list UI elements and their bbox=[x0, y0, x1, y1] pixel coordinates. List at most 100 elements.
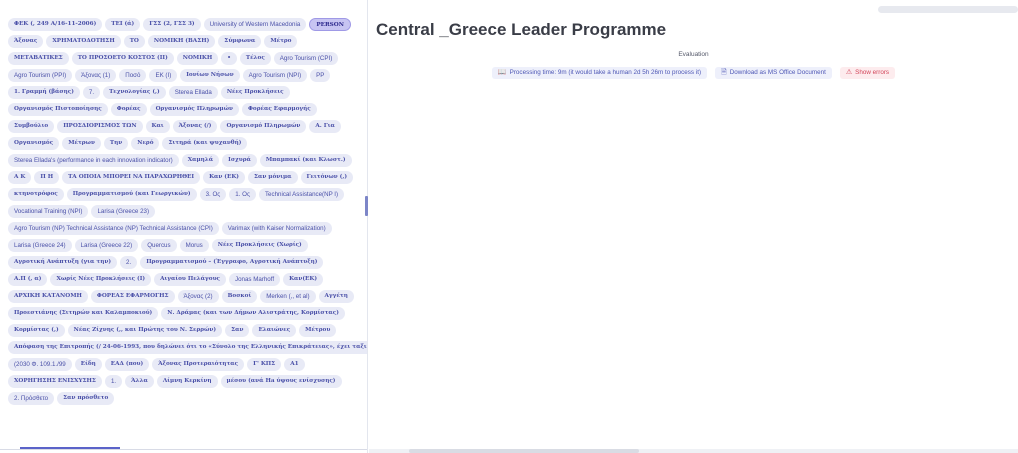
entity-tag[interactable]: Άξονας bbox=[8, 35, 44, 48]
entity-tag[interactable]: Σαν πρόσθετο bbox=[57, 392, 115, 405]
entity-tag[interactable]: Άξονας (1) bbox=[75, 69, 117, 82]
entity-tag[interactable]: Α. Για bbox=[309, 120, 341, 133]
entity-tag[interactable]: κτηνοτρόφος bbox=[8, 188, 64, 201]
entity-tag[interactable]: University of Western Macedonia bbox=[203, 18, 307, 31]
entity-tag[interactable]: Είδη bbox=[74, 358, 102, 371]
entity-tag[interactable]: Agro Tourism (NPI) bbox=[242, 69, 308, 82]
entity-tag[interactable]: Προγραμματισμού – (Έγγραφο, Αγροτική Ανά… bbox=[140, 256, 324, 269]
entity-tag[interactable]: Χαμηλά bbox=[181, 154, 220, 167]
entity-tag[interactable]: Agro Tourism (PPI) bbox=[8, 69, 73, 82]
entity-tag[interactable]: Άξονας Προτεραιότητας bbox=[152, 358, 245, 371]
entity-tag[interactable]: Προεστιάνης (Σιτηρών και Καλαμποκιού) bbox=[8, 307, 159, 320]
entity-tag[interactable]: Τεχνολογίας (,) bbox=[103, 86, 166, 99]
entity-tag[interactable]: ΕΚ (Ι) bbox=[149, 69, 178, 82]
entity-tag[interactable]: ΦΕΚ (, 249 Α/16-11-2006) bbox=[8, 18, 103, 31]
entity-tag[interactable]: Vocational Training (NPI) bbox=[8, 205, 89, 218]
entity-tag[interactable]: Ιονίων Νήσων bbox=[180, 69, 240, 82]
entity-tag[interactable]: Άξονας (2) bbox=[177, 290, 219, 303]
entity-tag[interactable]: 1. Γραμμή (βάσης) bbox=[8, 86, 80, 99]
entity-tag[interactable]: Larisa (Greece 24) bbox=[8, 239, 72, 252]
entity-tag[interactable]: ΤΟ ΠΡΟΣΟΕΤΟ ΚΟΣΤΟΣ (ΙΙ) bbox=[71, 52, 174, 65]
entity-tag[interactable]: Agro Tourism (CPI) bbox=[273, 52, 339, 65]
entity-tag[interactable]: Οργανισμός Πιστοποίησης bbox=[8, 103, 108, 116]
entity-tag[interactable]: PP bbox=[310, 69, 331, 82]
entity-tag[interactable]: Ελαιώνες bbox=[252, 324, 297, 337]
entity-tag[interactable]: Άξονας (/) bbox=[172, 120, 218, 133]
entity-tag[interactable]: Quercus bbox=[141, 239, 177, 252]
entity-tag[interactable]: Νερό bbox=[131, 137, 160, 150]
entity-tag[interactable]: Merken (,, et al) bbox=[260, 290, 316, 303]
entity-tag[interactable]: Βοσκοί bbox=[221, 290, 258, 303]
entity-tag[interactable]: Λίμνη Κερκίνη bbox=[156, 375, 218, 388]
entity-tag[interactable]: Sterea Ellada's (performance in each inn… bbox=[8, 154, 179, 167]
entity-tag[interactable]: Καν (ΕΚ) bbox=[203, 171, 245, 184]
entity-tag[interactable]: Γειτόνων (,) bbox=[300, 171, 354, 184]
entity-tag[interactable]: Απόφαση της Επιτροπής (/ 24-06-1993, που… bbox=[8, 341, 367, 354]
entity-tag[interactable]: ΝΟΜΙΚΗ bbox=[176, 52, 219, 65]
entity-tag[interactable]: Τέλος bbox=[239, 52, 271, 65]
entity-tag[interactable]: Σύμφωνα bbox=[218, 35, 262, 48]
entity-tag[interactable]: Π Η bbox=[34, 171, 60, 184]
top-scrollbar[interactable] bbox=[878, 6, 1018, 13]
entity-tag[interactable]: 1. Ος bbox=[229, 188, 256, 201]
entity-tag[interactable]: PERSON bbox=[309, 18, 351, 31]
entity-tag[interactable]: Larisa (Greece 22) bbox=[74, 239, 139, 252]
entity-tag[interactable]: Συμβούλιο bbox=[8, 120, 55, 133]
entity-tag[interactable]: Varimax (with Kaiser Normalization) bbox=[221, 222, 332, 235]
download-button[interactable]: 🗎 Download as MS Office Document bbox=[715, 67, 832, 79]
entity-tag[interactable]: Σαν μόνιμα bbox=[247, 171, 298, 184]
entity-tag[interactable]: Οργανισμό Πληρωμών bbox=[220, 120, 307, 133]
entity-tag[interactable]: Agro Tourism (NP) Technical Assistance (… bbox=[8, 222, 219, 235]
entity-tag[interactable]: Και bbox=[145, 120, 170, 133]
bottom-scrollbar-thumb[interactable] bbox=[409, 449, 639, 453]
entity-tag[interactable]: Jonas Marhoff bbox=[228, 273, 281, 286]
entity-tag[interactable]: Νέες Προκλήσεις (Χωρίς) bbox=[211, 239, 308, 252]
entity-tag[interactable]: Κορμίστας (,) bbox=[8, 324, 65, 337]
entity-tag[interactable]: ΤΕΙ (ά) bbox=[105, 18, 141, 31]
entity-tag[interactable]: Ποσό bbox=[119, 69, 147, 82]
entity-tag[interactable]: ΑΡΧΙΚΗ ΚΑΤΑΝΟΜΗ bbox=[8, 290, 88, 303]
entity-tag[interactable]: Μέτρο bbox=[264, 35, 298, 48]
entity-tag[interactable]: Ν. Δράμας (και των Δήμων Αλιστράτης, Κορ… bbox=[161, 307, 345, 320]
entity-tag[interactable]: Καν(ΕΚ) bbox=[283, 273, 324, 286]
entity-tag[interactable]: Morus bbox=[179, 239, 209, 252]
entity-tag[interactable]: ΠΡΟΣΔΙΟΡΙΣΜΟΣ ΤΩΝ bbox=[57, 120, 143, 133]
entity-tag[interactable]: ΤΑ ΟΠΟΙΑ ΜΠΟΡΕΙ ΝΑ ΠΑΡΑΧΩΡΗΘΕΙ bbox=[62, 171, 201, 184]
entity-tag[interactable]: Αιγαίου Πελάγους bbox=[154, 273, 226, 286]
entity-tag[interactable]: Μέτρου bbox=[299, 324, 337, 337]
entity-tag[interactable]: 2. bbox=[120, 256, 138, 269]
entity-tag[interactable]: ΝΟΜΙΚΗ (ΒΑΣΗ) bbox=[147, 35, 216, 48]
entity-tag[interactable]: Μπαμπακί (και Κλωστ.) bbox=[259, 154, 352, 167]
panel-splitter-handle[interactable] bbox=[365, 196, 368, 216]
entity-tag[interactable]: Φορέας Εφαρμογής bbox=[241, 103, 317, 116]
entity-tag[interactable]: ΤΟ bbox=[123, 35, 145, 48]
entity-tag[interactable]: Χωρίς Νέες Προκλήσεις (Ι) bbox=[50, 273, 152, 286]
entity-tag[interactable]: Α Κ bbox=[8, 171, 32, 184]
horizontal-scrollbar-thumb[interactable] bbox=[20, 447, 120, 449]
entity-tag[interactable]: ΓΣΣ (2, ΓΣΣ 3) bbox=[143, 18, 201, 31]
entity-tag[interactable]: Σιτηρά (και ψυχανθή) bbox=[162, 137, 248, 150]
entity-tag[interactable]: Οργανισμός Πληρωμών bbox=[149, 103, 239, 116]
entity-tag[interactable]: ΦΟΡΕΑΣ ΕΦΑΡΜΟΓΗΣ bbox=[90, 290, 175, 303]
entity-tag[interactable]: Sterea Ellada bbox=[168, 86, 218, 99]
entity-tag[interactable]: (2030 Φ. 109.1./99 bbox=[8, 358, 72, 371]
entity-tag[interactable]: • bbox=[221, 52, 237, 65]
entity-tag[interactable]: Technical Assistance(NP I) bbox=[258, 188, 345, 201]
entity-tag[interactable]: Την bbox=[103, 137, 129, 150]
entity-tag[interactable]: Οργανισμός bbox=[8, 137, 60, 150]
entity-tag[interactable]: Σαν bbox=[225, 324, 250, 337]
entity-tag[interactable]: 3. Ος bbox=[199, 188, 227, 201]
entity-tag[interactable]: Άλλα bbox=[125, 375, 154, 388]
entity-tag[interactable]: Νέες Προκλήσεις bbox=[220, 86, 290, 99]
entity-tag[interactable]: Γ' ΚΠΣ bbox=[247, 358, 282, 371]
entity-tag[interactable]: Προγραμματισμού (και Γεωργικών) bbox=[66, 188, 197, 201]
entity-tag[interactable]: Ισχυρά bbox=[222, 154, 257, 167]
entity-tag[interactable]: Αγροτική Ανάπτυξη (για την) bbox=[8, 256, 118, 269]
entity-tag[interactable]: Μέτρων bbox=[62, 137, 101, 150]
entity-tag[interactable]: ΕΑΔ (που) bbox=[104, 358, 150, 371]
entity-tag[interactable]: Α.Π (, α) bbox=[8, 273, 48, 286]
entity-tag[interactable]: Larisa (Greece 23) bbox=[91, 205, 156, 218]
entity-tag[interactable]: Νέας Ζίχνης (,, και Πρώτης του Ν. Σερρών… bbox=[67, 324, 223, 337]
entity-tag[interactable]: 2. Πρόσθετο bbox=[8, 392, 55, 405]
entity-tag[interactable]: Αγγέτη bbox=[318, 290, 354, 303]
